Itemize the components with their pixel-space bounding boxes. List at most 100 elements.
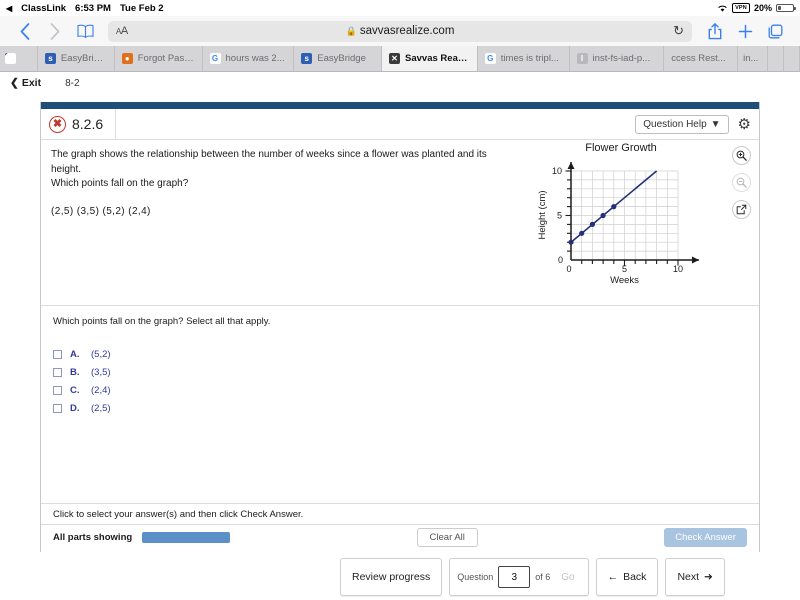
question-help-button[interactable]: Question Help ▼: [635, 114, 729, 134]
choice-option[interactable]: B. (3,5): [53, 363, 749, 381]
address-bar[interactable]: AA 🔒 savvasrealize.com ↻: [108, 20, 692, 42]
question-header: ✖ 8.2.6 Question Help ▼ ⚙: [41, 109, 759, 140]
url-text: savvasrealize.com: [359, 25, 455, 37]
choice-option[interactable]: D. (2,5): [53, 399, 749, 417]
status-back-app-label[interactable]: ClassLink: [21, 3, 66, 14]
svg-text:10: 10: [552, 166, 562, 176]
status-back-caret-icon[interactable]: ◀: [6, 4, 12, 13]
google-icon: G: [209, 53, 221, 64]
question-number-input[interactable]: [498, 566, 531, 588]
choice-checkbox[interactable]: [53, 349, 62, 359]
browser-tab[interactable]: ccess Rest...: [664, 46, 739, 71]
vpn-badge: VPN: [732, 3, 750, 13]
choice-letter: D.: [70, 402, 80, 414]
question-total-label: of 6: [535, 572, 551, 582]
stripe-icon: [5, 53, 16, 64]
zoom-out-icon[interactable]: [732, 173, 751, 192]
google-icon: G: [484, 53, 496, 64]
browser-tab[interactable]: ● Forgot Pass...: [114, 46, 203, 71]
savvas-icon: ✕: [389, 53, 401, 64]
ios-status-bar: ◀ ClassLink 6:53 PM Tue Feb 2 VPN 20%: [0, 0, 800, 16]
status-date: Tue Feb 2: [119, 2, 164, 14]
choice-option[interactable]: C. (2,4): [53, 381, 749, 399]
choice-list: A. (5,2) B. (3,5) C. (2,4) D. (2,5): [53, 345, 749, 417]
browser-tab[interactable]: I inst-fs-iad-p...: [569, 46, 665, 71]
browser-tab[interactable]: [784, 46, 800, 71]
answer-area: Which points fall on the graph? Select a…: [41, 306, 759, 503]
chevron-left-icon[interactable]: [10, 18, 40, 44]
browser-tab[interactable]: G times is tripl...: [477, 46, 570, 71]
tab-strip: s EasyBridge ● Forgot Pass... G hours wa…: [0, 46, 800, 72]
back-button[interactable]: ← Back: [595, 558, 659, 596]
easybridge-icon: s: [44, 53, 56, 64]
browser-tab-active[interactable]: ✕ Savvas Realize: [382, 46, 478, 71]
tab-label: inst-fs-iad-p...: [592, 53, 651, 64]
next-button[interactable]: Next ➜: [665, 558, 725, 596]
question-word-label: Question: [457, 572, 494, 582]
tab-label: ccess Rest...: [671, 53, 726, 64]
browser-toolbar: AA 🔒 savvasrealize.com ↻: [0, 16, 800, 46]
reload-icon[interactable]: ↻: [673, 23, 684, 39]
arrow-left-icon: ←: [607, 571, 619, 583]
progress-bar: [142, 532, 231, 543]
chevron-left-icon: ❮: [10, 77, 19, 89]
choice-value: (3,5): [91, 366, 111, 378]
battery-icon: [776, 3, 796, 13]
choice-option[interactable]: A. (5,2): [53, 345, 749, 363]
choice-letter: C.: [70, 384, 80, 396]
review-progress-button[interactable]: Review progress: [340, 558, 443, 596]
zoom-in-icon[interactable]: [732, 146, 751, 165]
instructure-icon: I: [576, 53, 588, 64]
check-answer-button[interactable]: Check Answer: [664, 528, 747, 547]
clear-all-button[interactable]: Clear All: [416, 528, 478, 547]
battery-percent: 20%: [753, 3, 772, 13]
new-tab-icon[interactable]: [730, 18, 760, 44]
chart-title: Flower Growth: [585, 142, 657, 154]
choice-value: (5,2): [91, 348, 111, 360]
go-button[interactable]: Go: [555, 572, 580, 583]
status-time: 6:53 PM: [75, 2, 111, 14]
gear-icon[interactable]: ⚙: [738, 115, 751, 133]
browser-tab[interactable]: [768, 46, 785, 71]
incorrect-status-icon: ✖: [49, 115, 66, 133]
tab-label: EasyBridge: [60, 53, 107, 64]
footer-nav: Review progress Question of 6 Go ← Back …: [340, 558, 760, 596]
choice-letter: A.: [70, 348, 80, 360]
tab-label: Savvas Realize: [405, 53, 470, 64]
question-stem-line-2: Which points fall on the graph?: [51, 178, 189, 189]
choice-checkbox[interactable]: [53, 367, 62, 377]
tabs-icon[interactable]: [760, 18, 790, 44]
chart-tool-buttons: [732, 146, 751, 219]
svg-text:5: 5: [557, 211, 562, 221]
assignment-frame: ✖ 8.2.6 Question Help ▼ ⚙ The graph show…: [40, 102, 760, 554]
chevron-right-icon: [40, 18, 70, 44]
svg-text:0: 0: [566, 264, 571, 274]
choice-checkbox[interactable]: [53, 403, 62, 413]
wifi-icon: [717, 4, 728, 13]
arrow-right-icon: ➜: [704, 571, 713, 583]
svg-text:10: 10: [673, 264, 683, 274]
open-external-icon[interactable]: [732, 200, 751, 219]
tab-label: hours was 2...: [225, 53, 285, 64]
hint-row: Click to select your answer(s) and then …: [41, 503, 759, 524]
share-icon[interactable]: [700, 18, 730, 44]
svg-text:Height (cm): Height (cm): [537, 190, 548, 239]
browser-tab[interactable]: s EasyBridge: [37, 46, 115, 71]
browser-tab[interactable]: s EasyBridge: [294, 46, 383, 71]
exit-button[interactable]: ❮ Exit: [10, 77, 41, 89]
flower-growth-chart: Flower Growth 0 5 10 0 5 10 Weeks Height…: [531, 142, 711, 284]
lesson-code: 8-2: [65, 77, 80, 89]
svg-text:5: 5: [622, 264, 627, 274]
answer-prompt: Which points fall on the graph? Select a…: [53, 316, 271, 327]
next-label: Next: [677, 571, 700, 583]
question-stem-line-1: The graph shows the relationship between…: [51, 149, 487, 175]
svg-text:Weeks: Weeks: [610, 275, 639, 284]
browser-tab[interactable]: [0, 46, 38, 71]
question-selector[interactable]: Question of 6 Go: [449, 558, 589, 596]
browser-tab[interactable]: in...: [738, 46, 769, 71]
book-icon[interactable]: [70, 18, 100, 44]
status-row: All parts showing Clear All Check Answer: [41, 524, 759, 550]
choice-checkbox[interactable]: [53, 385, 62, 395]
browser-tab[interactable]: G hours was 2...: [202, 46, 295, 71]
easybridge-icon: s: [301, 53, 313, 64]
